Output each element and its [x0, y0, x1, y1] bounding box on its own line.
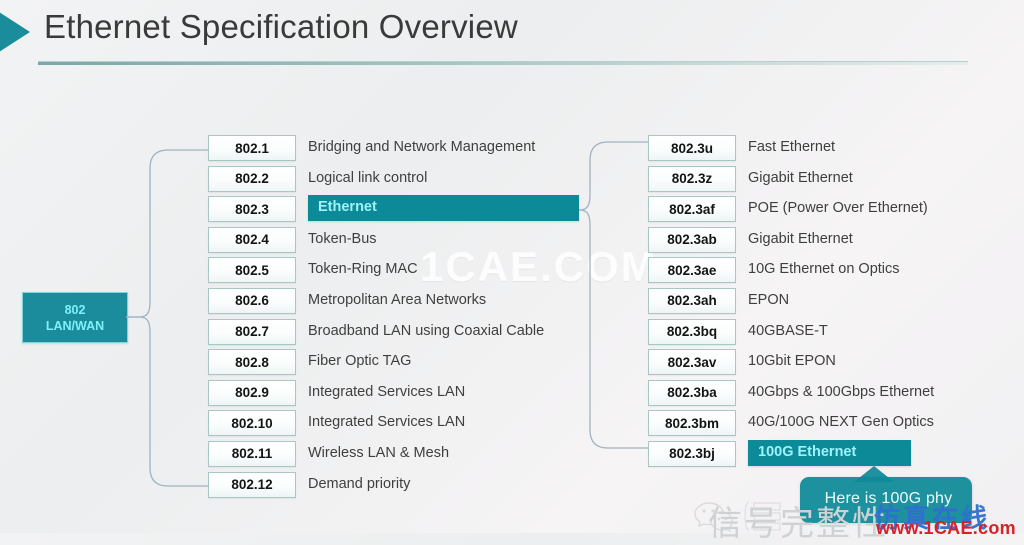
- spec-code: 802.7: [208, 318, 296, 345]
- spec-description-highlighted: 100G Ethernet: [748, 439, 911, 466]
- spec-code: 802.3ba: [648, 379, 736, 406]
- spec-code: 802.3ah: [648, 287, 736, 314]
- spec-code: 802.8: [208, 349, 296, 376]
- spec-code: 802.9: [208, 379, 296, 406]
- spec-code: 802.11: [208, 440, 296, 467]
- wechat-logo-icon: [694, 502, 733, 532]
- spec-description: Wireless LAN & Mesh: [308, 444, 450, 461]
- root-node-line2: LAN/WAN: [45, 318, 105, 333]
- spec-description: POE (Power Over Ethernet): [748, 200, 928, 217]
- spec-description: Token-Ring MAC: [308, 261, 418, 278]
- spec-description: Bridging and Network Management: [308, 139, 536, 155]
- spec-description: Logical link control: [308, 169, 428, 186]
- spec-code: 802.12: [208, 471, 296, 498]
- spec-description: 10Gbit EPON: [748, 353, 836, 370]
- spec-description: 40GBASE-T: [748, 322, 828, 339]
- spec-code: 802.3ae: [648, 257, 736, 284]
- spec-code: 802.5: [208, 257, 296, 284]
- spec-code: 802.3u: [648, 135, 736, 161]
- spec-description: 10G Ethernet on Optics: [748, 261, 900, 278]
- page-title: Ethernet Specification Overview: [44, 8, 518, 45]
- root-node-line1: 802: [64, 302, 86, 317]
- spec-code: 802.10: [208, 410, 296, 437]
- right-brace-connector: [566, 141, 652, 449]
- triangle-right-icon: [0, 10, 30, 54]
- spec-code: 802.3bm: [648, 410, 736, 437]
- spec-description: EPON: [748, 291, 790, 308]
- spec-description: Metropolitan Area Networks: [308, 291, 487, 308]
- spec-description: Integrated Services LAN: [308, 383, 466, 400]
- spec-code: 802.3av: [648, 349, 736, 376]
- spec-code: 802.3bj: [648, 440, 736, 467]
- spec-description: 40Gbps & 100Gbps Ethernet: [748, 383, 935, 400]
- document-icon: [744, 501, 781, 531]
- callout-text: Here is 100G phy: [824, 490, 953, 507]
- spec-description: Gigabit Ethernet: [748, 230, 853, 247]
- spec-code: 802.3: [208, 196, 296, 223]
- spec-description-highlighted: Ethernet: [308, 195, 579, 222]
- title-divider: [38, 61, 968, 65]
- spec-code: 802.3af: [648, 196, 736, 223]
- spec-code: 802.3bq: [648, 318, 736, 345]
- spec-description: Broadband LAN using Coaxial Cable: [308, 322, 545, 339]
- spec-description: Token-Bus: [308, 230, 377, 247]
- spec-code: 802.6: [208, 287, 296, 314]
- spec-description: Demand priority: [308, 475, 411, 492]
- root-node-802-lan-wan[interactable]: 802 LAN/WAN: [22, 292, 128, 343]
- spec-code: 802.3z: [648, 165, 736, 192]
- spec-description: Integrated Services LAN: [308, 414, 466, 431]
- spec-code: 802.4: [208, 226, 296, 253]
- page-header: Ethernet Specification Overview: [0, 0, 1024, 72]
- left-brace-connector: [126, 149, 212, 487]
- spec-code: 802.2: [208, 165, 296, 192]
- watermark-center: 1CAE.COM: [420, 243, 658, 290]
- spec-description: 40G/100G NEXT Gen Optics: [748, 414, 934, 431]
- spec-description: Gigabit Ethernet: [748, 169, 853, 186]
- spec-code: 802.3ab: [648, 226, 736, 253]
- spec-description: Fiber Optic TAG: [308, 353, 412, 370]
- spec-description: Fast Ethernet: [748, 139, 836, 155]
- spec-code: 802.1: [208, 135, 296, 161]
